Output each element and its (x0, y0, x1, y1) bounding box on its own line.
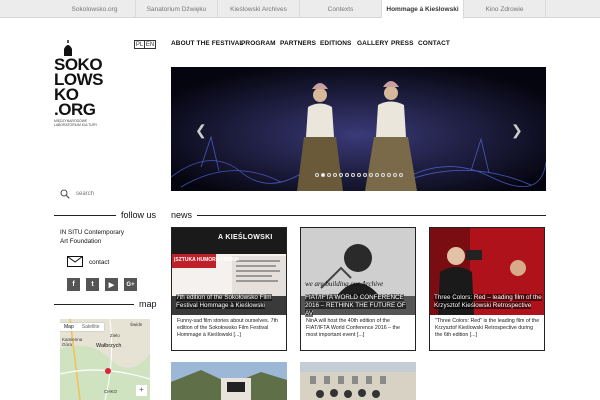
nav-partners[interactable]: PARTNERS (280, 40, 316, 50)
nav-editions[interactable]: EDITIONS (320, 40, 352, 50)
slider-dot[interactable] (386, 173, 391, 177)
news-card-1[interactable]: A KIEŚLOWSKI |SZTUKA HUMORU I IRONII 7th… (171, 227, 287, 351)
news-card-1-caption: 7th edition of the Sokołowsko Film Festi… (176, 294, 272, 309)
tab-hommage-a-kieslowski[interactable]: Hommage à Kieślowski (382, 0, 464, 19)
map-divider (54, 304, 134, 305)
google-plus-icon[interactable]: G+ (124, 278, 137, 291)
slider-dots (171, 173, 546, 177)
slider-dot[interactable] (392, 173, 397, 177)
lang-en-button[interactable]: EN (145, 40, 156, 49)
map-label-walbrzych: Wałbrzych (96, 343, 122, 349)
search-input[interactable] (76, 191, 156, 197)
news-card-5-image[interactable] (300, 362, 416, 400)
tab-sokolowsko-org[interactable]: Sokolowsko.org (54, 0, 136, 18)
nav-press[interactable]: PRESS (391, 40, 414, 50)
map-label-chko: CHKO (104, 389, 118, 394)
slider-dot[interactable] (362, 173, 367, 177)
search-icon[interactable] (60, 189, 70, 199)
org-name-line-2[interactable]: Art Foundation (60, 237, 101, 246)
poster-headline: we are building our Archive (305, 280, 384, 288)
map-type-toggle: Map Satellite (60, 323, 104, 331)
tab-kino-zdrowie[interactable]: Kino Zdrowie (464, 0, 546, 18)
youtube-icon[interactable]: ▶ (105, 278, 118, 291)
news-card-2-caption: FIAT/IFTA WORLD CONFERENCE 2016 – RETHIN… (305, 294, 406, 317)
poster-subtitle: |SZTUKA HUMORU I IRONII (174, 257, 239, 263)
site-logo[interactable]: SOKO LOWS KO .ORG MIĘDZYNARODOWE LABORAT… (54, 40, 114, 127)
logo-subtitle-2: LABORATORIUM KULTURY (54, 123, 98, 127)
tower-icon (64, 40, 72, 56)
news-card-4-image[interactable] (171, 362, 287, 400)
slider-dot[interactable] (380, 173, 385, 177)
top-site-bar: Sokolowsko.org Sanatorium Dźwięku Kieślo… (0, 0, 600, 19)
slider-dot[interactable] (356, 173, 361, 177)
news-title: news (171, 210, 193, 220)
map-title: map (139, 299, 157, 309)
map-label-swidnica: Świdn (130, 322, 143, 327)
news-card-2[interactable]: we are building our Archive FIAT/IFTA WO… (300, 227, 416, 351)
news-card-1-excerpt: Funny-sad film stories about ourselves. … (177, 318, 278, 338)
logo-line-4: .ORG (54, 100, 96, 119)
embedded-map[interactable]: Map Satellite Kamienna Góra Wałbrzych Św… (60, 319, 150, 400)
map-tab-satellite[interactable]: Satellite (78, 323, 104, 331)
contact-link[interactable]: contact (89, 258, 109, 267)
nav-program[interactable]: PROGRAM (241, 40, 276, 50)
follow-us-title: follow us (121, 210, 157, 220)
slider-dot[interactable] (314, 173, 319, 177)
slider-next-arrow[interactable]: ❯ (511, 122, 523, 139)
nav-contact[interactable]: CONTACT (418, 40, 450, 50)
nav-gallery[interactable]: GALLERY (357, 40, 389, 50)
news-card-2-excerpt: NinA will host the 40th edition of the F… (306, 318, 400, 338)
map-label-zielo: Zielo (110, 333, 120, 338)
tab-contexts[interactable]: Contexts (300, 0, 382, 18)
nav-about-festival[interactable]: ABOUT THE FESTIVAL (171, 40, 243, 50)
slider-dot[interactable] (338, 173, 343, 177)
mail-icon[interactable] (67, 256, 83, 267)
slider-dot[interactable] (332, 173, 337, 177)
slider-dot[interactable] (398, 173, 403, 177)
news-card-3-caption: Three Colors: Red – leading film of the … (434, 294, 542, 309)
slider-dot[interactable] (368, 173, 373, 177)
map-label-kamienna-gora: Kamienna Góra (62, 337, 83, 347)
slider-dot[interactable] (344, 173, 349, 177)
news-card-3[interactable]: Three Colors: Red – leading film of the … (429, 227, 545, 351)
facebook-icon[interactable]: f (67, 278, 80, 291)
news-divider (197, 215, 546, 216)
tab-kieslowski-archives[interactable]: Kieślowski Archives (218, 0, 300, 18)
hero-slider[interactable]: ❮ ❯ (171, 67, 546, 191)
map-zoom-in-button[interactable]: + (136, 385, 147, 396)
map-tab-map[interactable]: Map (60, 323, 78, 331)
news-card-3-excerpt: "Three Colors: Red" is the leading film … (435, 318, 540, 338)
slider-dot[interactable] (350, 173, 355, 177)
follow-divider (54, 215, 116, 216)
org-name-line-1[interactable]: IN SITU Contemporary (60, 228, 124, 237)
slider-dot[interactable] (326, 173, 331, 177)
lang-pl-button[interactable]: PL (134, 40, 145, 49)
slider-dot[interactable] (374, 173, 379, 177)
slider-dot[interactable] (320, 173, 325, 177)
slider-prev-arrow[interactable]: ❮ (195, 122, 207, 139)
tab-sanatorium-dzwieku[interactable]: Sanatorium Dźwięku (136, 0, 218, 18)
twitter-icon[interactable]: t (86, 278, 99, 291)
poster-title: A KIEŚLOWSKI (218, 234, 273, 241)
search-box (60, 189, 156, 199)
